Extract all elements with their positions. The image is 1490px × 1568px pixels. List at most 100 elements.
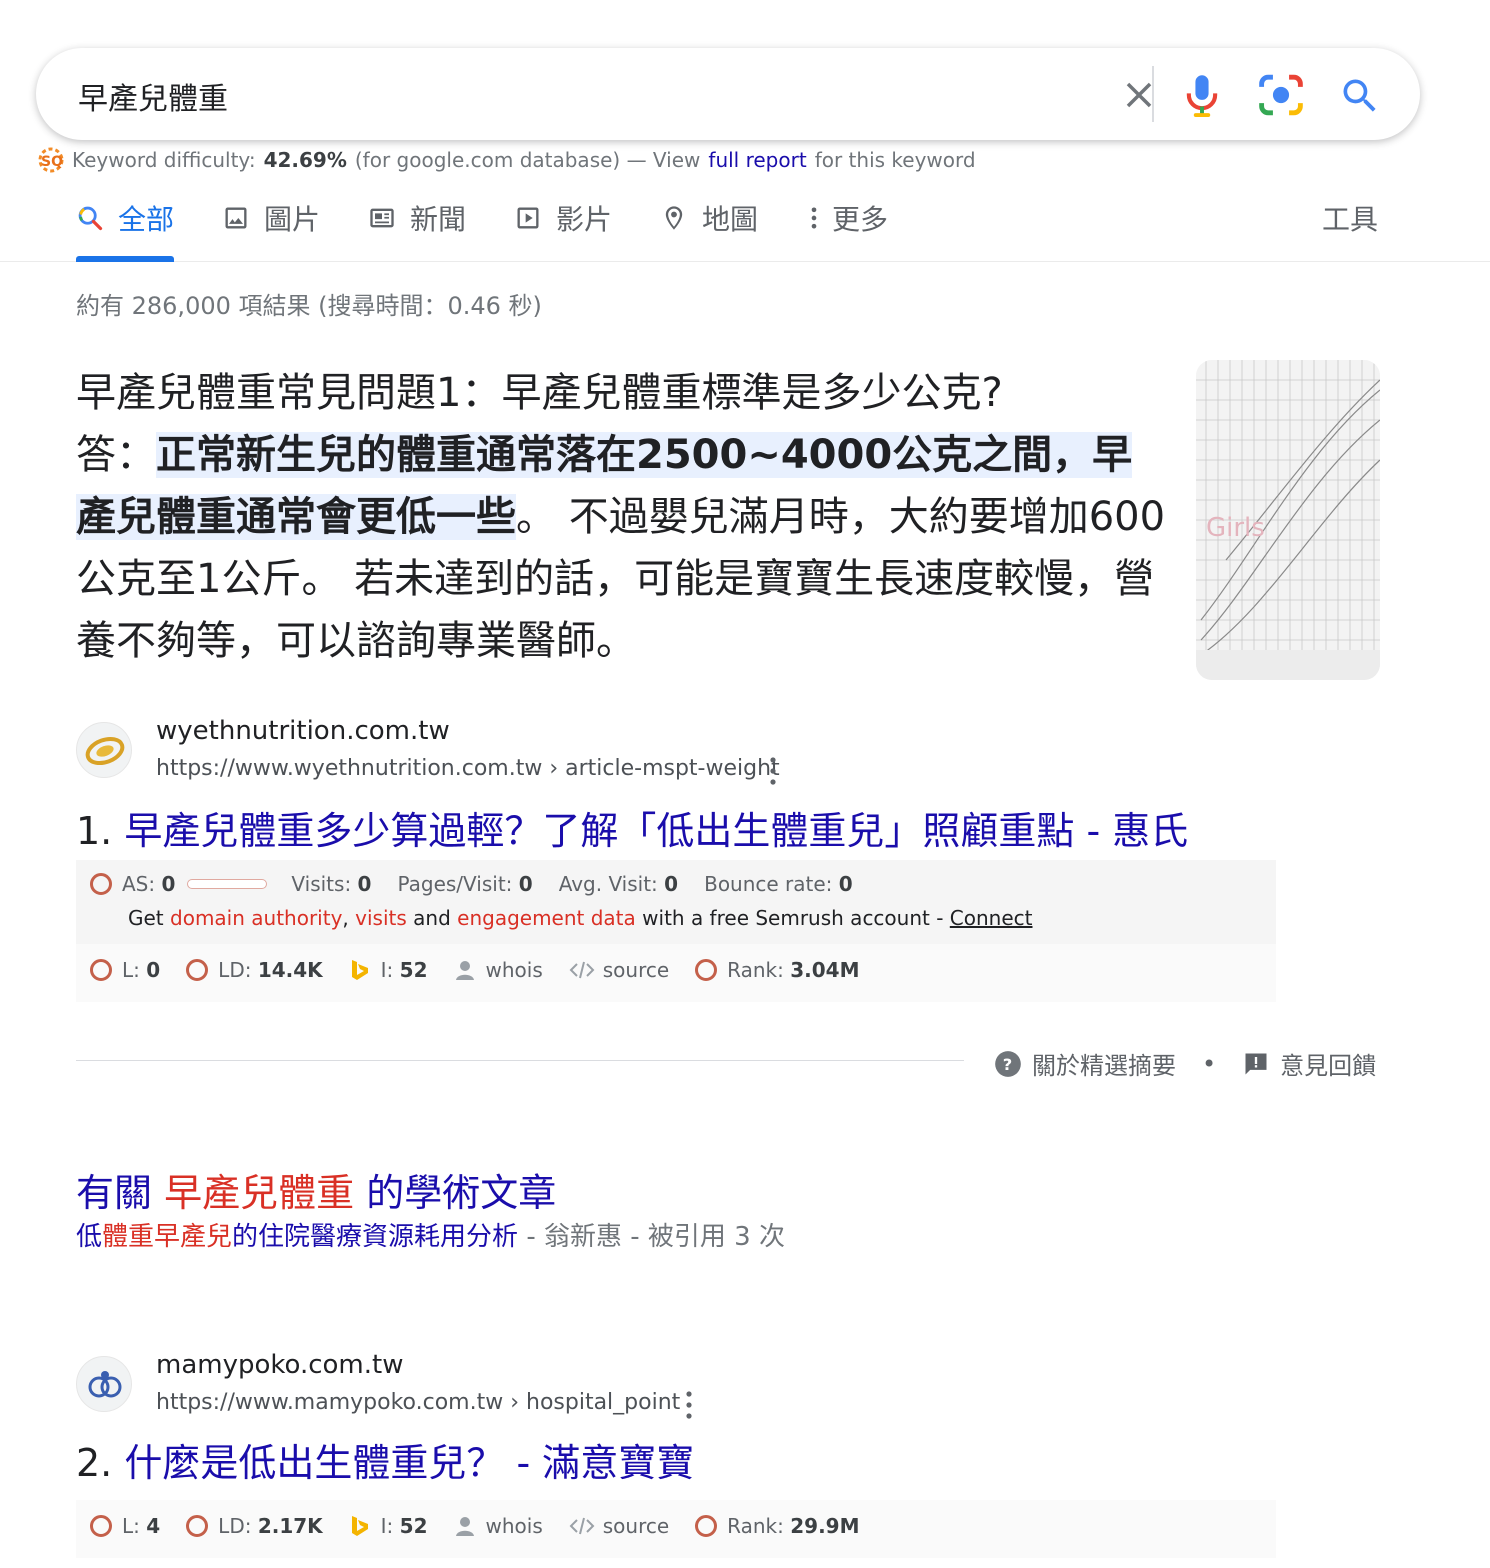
semrush-ring-icon — [90, 959, 112, 981]
more-vert-icon — [811, 207, 817, 229]
semrush-traffic-panel: AS: 0 Visits: 0 Pages/Visit: 0 Avg. Visi… — [76, 860, 1276, 944]
tab-more[interactable]: 更多 — [800, 198, 888, 238]
code-icon — [569, 961, 595, 979]
tab-images[interactable]: 圖片 — [222, 198, 320, 238]
search-bar[interactable]: 早產兒體重 — [36, 48, 1420, 140]
bing-icon — [351, 960, 368, 980]
result-1-title-text: 早產兒體重多少算過輕？了解「低出生體重兒」照顧重點 - 惠氏 — [124, 809, 1189, 853]
source-link[interactable]: source — [603, 958, 669, 982]
bing-icon — [351, 1516, 368, 1536]
scholar-item-meta: - 翁新惠 - 被引用 3 次 — [526, 1222, 785, 1252]
semrush-seoquake-icon: SQ — [38, 147, 64, 173]
search-divider — [1152, 66, 1154, 122]
i-value[interactable]: 52 — [400, 1514, 428, 1538]
semrush-ring-icon — [186, 1515, 209, 1537]
as-label: AS: — [122, 872, 156, 896]
and-text: and — [413, 906, 451, 930]
whois-link[interactable]: whois — [486, 1514, 543, 1538]
video-icon — [517, 207, 539, 229]
l-label: L: — [122, 1514, 140, 1538]
semrush-ring-icon — [695, 959, 718, 981]
search-icon — [78, 206, 103, 231]
featured-snippet: 早產兒體重常見問題1：早產兒體重標準是多少公克? 答：正常新生兒的體重通常落在2… — [76, 362, 1166, 672]
news-icon — [370, 208, 394, 228]
visits-link[interactable]: visits — [355, 906, 407, 930]
rank-label: Rank: — [727, 1514, 784, 1538]
l-value[interactable]: 4 — [146, 1514, 160, 1538]
wyeth-logo-icon — [85, 736, 125, 766]
rank-value[interactable]: 29.9M — [790, 1514, 859, 1538]
as-bar — [187, 879, 268, 889]
svg-text:?: ? — [1003, 1054, 1012, 1073]
ld-value[interactable]: 2.17K — [258, 1514, 323, 1538]
avg-visit-label: Avg. Visit: — [558, 872, 658, 896]
kw-suffix: for this keyword — [814, 148, 976, 172]
result-2-title[interactable]: 2. 什麼是低出生體重兒？ - 滿意寶寶 — [76, 1432, 694, 1487]
growth-chart-image: Girls — [1196, 360, 1380, 680]
chart-image-label: Girls — [1206, 513, 1265, 543]
i-value[interactable]: 52 — [400, 958, 428, 982]
l-value[interactable]: 0 — [146, 958, 160, 982]
whois-link[interactable]: whois — [486, 958, 543, 982]
result-1-site-name[interactable]: wyethnutrition.com.tw — [156, 716, 450, 746]
scholar-item-query: 體重早產兒 — [102, 1222, 233, 1252]
result-1-title[interactable]: 1. 早產兒體重多少算過輕？了解「低出生體重兒」照顧重點 - 惠氏 — [76, 800, 1188, 855]
result-1-url[interactable]: https://www.wyethnutrition.com.tw › arti… — [156, 756, 780, 781]
rank-value[interactable]: 3.04M — [790, 958, 859, 982]
scholar-title-suffix: 的學術文章 — [366, 1171, 557, 1215]
wyeth-favicon — [76, 722, 132, 778]
tab-maps-label: 地圖 — [702, 203, 759, 236]
connect-link[interactable]: Connect — [950, 906, 1033, 930]
tab-news[interactable]: 新聞 — [368, 198, 466, 238]
full-report-link[interactable]: full report — [708, 148, 806, 172]
search-input[interactable]: 早產兒體重 — [78, 74, 228, 118]
tools-button[interactable]: 工具 — [1322, 198, 1378, 238]
ld-label: LD: — [218, 1514, 252, 1538]
visits-value: 0 — [357, 872, 372, 896]
result-1-more-icon[interactable] — [768, 756, 778, 786]
code-icon — [569, 1517, 595, 1535]
scholar-article[interactable]: 低體重早產兒的住院醫療資源耗用分析 - 翁新惠 - 被引用 3 次 — [76, 1216, 785, 1253]
ld-label: LD: — [218, 958, 252, 982]
person-icon — [455, 961, 474, 980]
tab-more-label: 更多 — [832, 203, 889, 236]
i-label: I: — [380, 958, 394, 982]
result-2-site-name[interactable]: mamypoko.com.tw — [156, 1350, 403, 1380]
microphone-icon[interactable] — [1182, 72, 1222, 118]
search-icon[interactable] — [1338, 74, 1382, 118]
result-2-title-text: 什麼是低出生體重兒？ - 滿意寶寶 — [124, 1441, 695, 1485]
domain-authority-link[interactable]: domain authority — [170, 906, 342, 930]
scholar-title-prefix: 有關 — [76, 1171, 153, 1215]
source-link[interactable]: source — [603, 1514, 669, 1538]
result-2-url[interactable]: https://www.mamypoko.com.tw › hospital_p… — [156, 1390, 680, 1415]
camera-lens-icon[interactable] — [1258, 74, 1304, 116]
footer-separator: • — [1202, 1049, 1217, 1078]
i-label: I: — [380, 1514, 394, 1538]
about-featured-snippets-link[interactable]: 關於精選摘要 — [1032, 1046, 1176, 1081]
get-text: Get — [128, 906, 164, 930]
snippet-thumbnail[interactable]: Girls — [1196, 360, 1380, 680]
ld-value[interactable]: 14.4K — [258, 958, 323, 982]
feedback-icon — [1245, 1053, 1267, 1074]
tab-videos[interactable]: 影片 — [514, 198, 612, 238]
feedback-link[interactable]: 意見回饋 — [1280, 1046, 1376, 1081]
tab-all-label: 全部 — [118, 203, 175, 236]
visits-label: Visits: — [291, 872, 352, 896]
tab-all[interactable]: 全部 — [76, 198, 174, 238]
tab-maps[interactable]: 地圖 — [660, 198, 758, 238]
bounce-value: 0 — [838, 872, 853, 896]
avg-visit-value: 0 — [664, 872, 679, 896]
mamypoko-logo-icon — [88, 1371, 122, 1398]
bounce-label: Bounce rate: — [704, 872, 833, 896]
l-label: L: — [122, 958, 140, 982]
rank-label: Rank: — [727, 958, 784, 982]
result-1-number: 1. — [76, 809, 113, 853]
scholar-heading[interactable]: 有關 早產兒體重 的學術文章 — [76, 1162, 556, 1217]
result-stats: 約有 286,000 項結果 (搜尋時間：0.46 秒) — [76, 292, 542, 320]
pages-visit-value: 0 — [518, 872, 533, 896]
svg-text:SQ: SQ — [41, 154, 63, 170]
snippet-answer-prefix: 答： — [76, 432, 156, 478]
result-2-more-icon[interactable] — [684, 1390, 694, 1420]
engagement-link[interactable]: engagement data — [457, 906, 636, 930]
keyword-difficulty-bar: SQ Keyword difficulty: 42.69% (for googl… — [38, 146, 976, 174]
